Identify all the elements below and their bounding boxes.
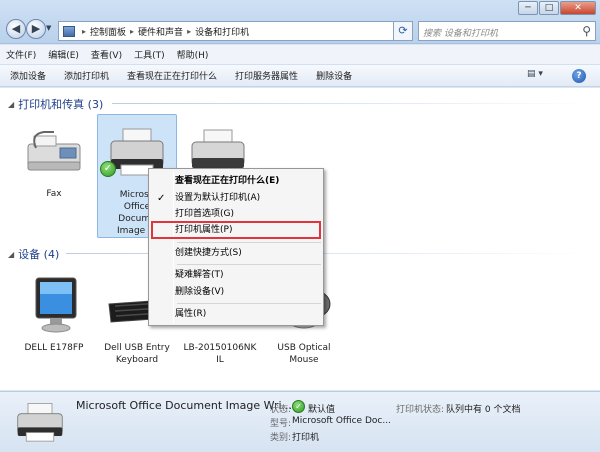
printer-label: Fax (46, 189, 62, 199)
fax-icon (27, 131, 81, 171)
group-title-printers: 打印机和传真 (3) (18, 98, 104, 111)
menu-view[interactable]: 查看(V) (91, 48, 122, 61)
group-divider (66, 253, 592, 254)
menu-item-see-whats-printing[interactable]: 查看现在正在打印什么(E) (151, 173, 321, 190)
see-whats-printing-button[interactable]: 查看现在正在打印什么 (127, 69, 217, 82)
device-label-line2: IL (216, 355, 224, 365)
change-view-button[interactable]: ▤ ▾ (527, 69, 543, 79)
window-titlebar: ─ □ ✕ ◀ ▶ ▼ ▸ 控制面板 ▸ 硬件和声音 ▸ 设备和打印机 ▼ ⟳ … (0, 0, 600, 44)
printer-label-line2: Office (123, 202, 151, 212)
menu-item-set-default-label: 设置为默认打印机(A) (175, 193, 261, 203)
breadcrumb-devices-printers[interactable]: 设备和打印机 (195, 25, 249, 38)
menu-tools[interactable]: 工具(T) (134, 48, 165, 61)
model-value: Microsoft Office Doc... (292, 416, 391, 426)
menu-separator (177, 264, 321, 265)
chevron-right-icon: ▸ (82, 26, 87, 36)
printer-status-key: 打印机状态: (396, 405, 445, 415)
maximize-button[interactable]: □ (539, 1, 559, 15)
add-printer-button[interactable]: 添加打印机 (64, 69, 109, 82)
device-label: DELL E178FP (24, 343, 84, 353)
menu-edit[interactable]: 编辑(E) (48, 48, 79, 61)
printer-status-value: 队列中有 0 个文档 (446, 405, 521, 415)
default-printer-check-icon: ✓ (100, 161, 116, 177)
search-placeholder: 搜索 设备和打印机 (423, 29, 498, 39)
breadcrumb-hardware-sound[interactable]: 硬件和声音 (138, 25, 183, 38)
chevron-right-icon: ▸ (130, 26, 135, 36)
chevron-down-icon: ▾ (538, 69, 543, 79)
device-label-line1: LB-20150106NK (183, 343, 257, 353)
device-item-monitor[interactable]: DELL E178FP (14, 272, 94, 354)
group-title-devices: 设备 (4) (18, 248, 60, 261)
device-label: LB-20150106NK IL (180, 342, 260, 366)
group-header-devices[interactable]: ◢ 设备 (4) (8, 246, 59, 262)
help-icon[interactable]: ? (572, 69, 586, 83)
model-key: 型号: (270, 419, 292, 429)
monitor-icon (35, 277, 77, 333)
remove-device-button[interactable]: 删除设备 (316, 69, 352, 82)
menu-bar: 文件(F) 编辑(E) 查看(V) 工具(T) 帮助(H) (0, 45, 600, 65)
forward-button[interactable]: ▶ (26, 19, 46, 39)
device-label: Dell USB Entry Keyboard (104, 343, 170, 365)
menu-item-set-default[interactable]: ✓ 设置为默认打印机(A) (151, 190, 321, 207)
category-key: 类别: (270, 433, 292, 443)
status-key: 状态: (270, 405, 292, 415)
minimize-button[interactable]: ─ (518, 1, 538, 15)
recent-pages-dropdown[interactable]: ▼ (46, 24, 51, 32)
printer-item-fax[interactable]: Fax (14, 118, 94, 200)
default-check-icon: ✓ (292, 400, 305, 413)
group-header-printers[interactable]: ◢ 打印机和传真 (3) (8, 96, 103, 112)
printer-context-menu: 查看现在正在打印什么(E) ✓ 设置为默认打印机(A) 打印首选项(G) 打印机… (148, 168, 324, 326)
menu-item-troubleshoot[interactable]: 疑难解答(T) (151, 267, 321, 284)
close-button[interactable]: ✕ (560, 1, 596, 15)
printer-icon (17, 403, 63, 442)
breadcrumb-control-panel[interactable]: 控制面板 (90, 25, 126, 38)
chevron-right-icon: ▸ (187, 26, 192, 36)
group-divider (112, 103, 592, 104)
menu-help[interactable]: 帮助(H) (177, 48, 209, 61)
search-icon[interactable]: ⚲ (582, 24, 591, 38)
menu-item-properties[interactable]: 属性(R) (151, 306, 321, 323)
search-input[interactable]: 搜索 设备和打印机 ⚲ (418, 21, 596, 41)
add-device-button[interactable]: 添加设备 (10, 69, 46, 82)
details-pane: Microsoft Office Document Image Wri... 状… (0, 391, 600, 452)
address-bar[interactable]: ▸ 控制面板 ▸ 硬件和声音 ▸ 设备和打印机 ▼ (58, 21, 408, 41)
menu-separator (177, 242, 321, 243)
status-value: 默认值 (308, 405, 336, 415)
menu-item-remove-device[interactable]: 删除设备(V) (151, 284, 321, 301)
category-value: 打印机 (292, 433, 320, 443)
menu-file[interactable]: 文件(F) (6, 48, 36, 61)
print-server-properties-button[interactable]: 打印服务器属性 (235, 69, 298, 82)
menu-separator (177, 303, 321, 304)
menu-item-create-shortcut[interactable]: 创建快捷方式(S) (151, 245, 321, 262)
view-icon: ▤ (527, 69, 536, 79)
window-controls: ─ □ ✕ (517, 1, 596, 15)
selected-device-name: Microsoft Office Document Image Wri... (76, 399, 293, 412)
highlight-box (151, 221, 321, 239)
refresh-button[interactable]: ⟳ (393, 21, 413, 41)
back-button[interactable]: ◀ (6, 19, 26, 39)
device-label: USB Optical Mouse (277, 343, 331, 365)
control-panel-icon (63, 25, 75, 37)
checkmark-icon: ✓ (157, 193, 166, 204)
command-bar: 添加设备 添加打印机 查看现在正在打印什么 打印服务器属性 删除设备 (0, 65, 600, 87)
collapse-triangle-icon[interactable]: ◢ (8, 250, 14, 259)
collapse-triangle-icon[interactable]: ◢ (8, 100, 14, 109)
